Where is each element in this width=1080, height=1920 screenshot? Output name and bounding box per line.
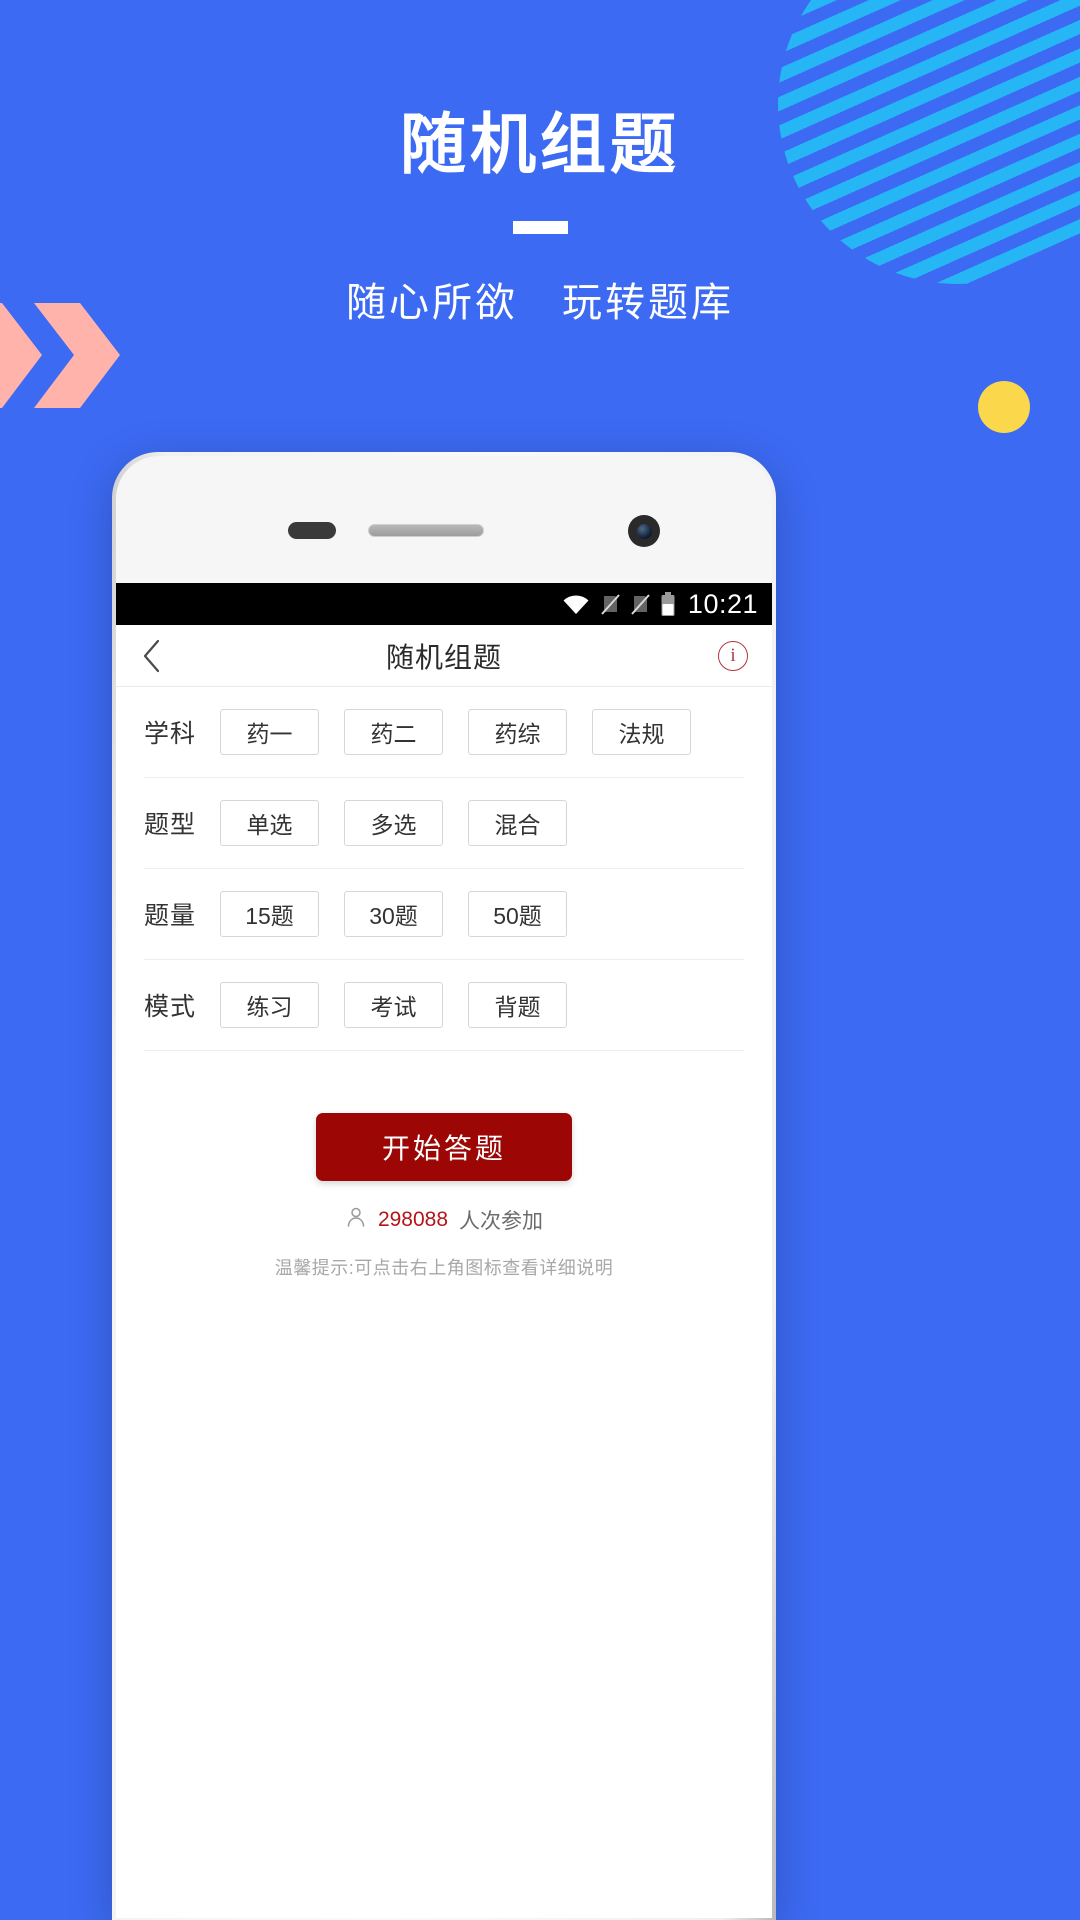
person-icon (345, 1206, 367, 1234)
sim-no-signal-icon (600, 592, 621, 616)
proximity-sensor (288, 522, 336, 539)
phone-mockup: 10:21 随机组题 i 学科 药一 药二 药综 法规 题型 单选 多选 混合 … (112, 452, 776, 1920)
option-chip[interactable]: 考试 (344, 982, 443, 1028)
participants-count: 298088 人次参加 (116, 1205, 772, 1235)
row-label: 题量 (144, 902, 197, 930)
option-chip[interactable]: 练习 (220, 982, 319, 1028)
row-label: 学科 (144, 720, 197, 748)
option-chip[interactable]: 药综 (468, 709, 567, 755)
chip-group: 药一 药二 药综 法规 (220, 709, 691, 755)
option-row-question-count: 题量 15题 30题 50题 (144, 869, 744, 960)
option-chip[interactable]: 背题 (468, 982, 567, 1028)
phone-screen: 10:21 随机组题 i 学科 药一 药二 药综 法规 题型 单选 多选 混合 … (116, 583, 772, 1918)
chip-group: 单选 多选 混合 (220, 800, 567, 846)
battery-icon (660, 591, 676, 617)
hero-section: 随机组题 随心所欲 玩转题库 (0, 0, 1080, 328)
start-quiz-button[interactable]: 开始答题 (316, 1113, 572, 1181)
option-row-subject: 学科 药一 药二 药综 法规 (144, 687, 744, 778)
status-bar: 10:21 (116, 583, 772, 625)
chip-group: 15题 30题 50题 (220, 891, 567, 937)
wifi-icon (561, 592, 591, 616)
earpiece-speaker (368, 524, 484, 537)
option-chip[interactable]: 15题 (220, 891, 319, 937)
cta-section: 开始答题 298088 人次参加 温馨提示:可点击右上角图标查看详细说明 (116, 1051, 772, 1280)
hero-subtitle: 随心所欲 玩转题库 (0, 270, 1080, 328)
chip-group: 练习 考试 背题 (220, 982, 567, 1028)
front-camera (628, 515, 660, 547)
app-header: 随机组题 i (116, 625, 772, 687)
row-label: 模式 (144, 993, 197, 1021)
participants-suffix: 人次参加 (459, 1210, 544, 1233)
option-chip[interactable]: 药一 (220, 709, 319, 755)
app-title: 随机组题 (385, 641, 502, 673)
options-list: 学科 药一 药二 药综 法规 题型 单选 多选 混合 题量 15题 30题 50… (116, 687, 772, 1051)
row-label: 题型 (144, 811, 197, 839)
title-underline (512, 221, 568, 234)
option-chip[interactable]: 多选 (344, 800, 443, 846)
option-chip[interactable]: 单选 (220, 800, 319, 846)
info-circle-icon[interactable]: i (718, 640, 748, 671)
option-chip[interactable]: 混合 (468, 800, 567, 846)
page-title: 随机组题 (400, 107, 680, 181)
option-row-question-type: 题型 单选 多选 混合 (144, 778, 744, 869)
hero-subtitle-right: 玩转题库 (562, 281, 734, 325)
option-row-mode: 模式 练习 考试 背题 (144, 960, 744, 1051)
participants-number: 298088 (377, 1208, 449, 1231)
sim-no-signal-icon (630, 592, 651, 616)
option-chip[interactable]: 药二 (344, 709, 443, 755)
phone-body: 10:21 随机组题 i 学科 药一 药二 药综 法规 题型 单选 多选 混合 … (116, 456, 772, 1918)
option-chip[interactable]: 法规 (592, 709, 691, 755)
option-chip[interactable]: 50题 (468, 891, 567, 937)
hero-subtitle-left: 随心所欲 (346, 281, 518, 325)
status-bar-clock: 10:21 (687, 588, 758, 619)
option-chip[interactable]: 30题 (344, 891, 443, 937)
hint-text: 温馨提示:可点击右上角图标查看详细说明 (274, 1258, 614, 1278)
yellow-dot-decoration (978, 381, 1030, 433)
